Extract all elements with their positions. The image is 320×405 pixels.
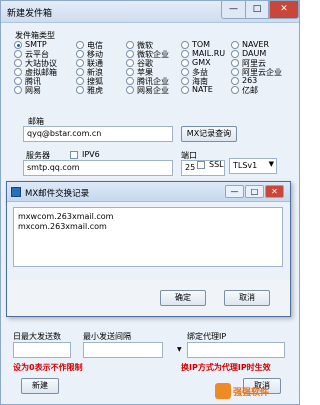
mailbox-type-1-4-label: DAUM — [242, 49, 267, 58]
ipv6-checkbox[interactable] — [70, 151, 78, 159]
mailbox-type-1-0-radio[interactable] — [14, 50, 22, 58]
mailbox-type-0-0-radio[interactable] — [14, 41, 22, 49]
dialog-title-bar: MX邮件交换记录 — □ ✕ — [7, 182, 290, 202]
mailbox-type-1-2-radio[interactable] — [126, 50, 134, 58]
mailbox-type-1-3-radio[interactable] — [181, 50, 189, 58]
mailbox-type-2-2-radio[interactable] — [126, 59, 134, 67]
mx-records-dialog: MX邮件交换记录 — □ ✕ mxwcom.263xmail.com mxcom… — [6, 181, 291, 317]
mailbox-type-3-3-radio[interactable] — [181, 68, 189, 76]
mailbox-type-5-3-radio[interactable] — [181, 86, 189, 94]
dialog-title: MX邮件交换记录 — [25, 189, 90, 199]
mailbox-type-2-0-radio[interactable] — [14, 59, 22, 67]
mailbox-type-0-3-label: TOM — [192, 40, 211, 49]
mailbox-type-2-4-radio[interactable] — [231, 59, 239, 67]
mailbox-type-4-4-radio[interactable] — [231, 77, 239, 85]
min-interval-label: 最小发送间隔 — [83, 332, 131, 341]
mailbox-type-1-4-radio[interactable] — [231, 50, 239, 58]
create-button[interactable]: 新建 — [21, 378, 59, 394]
dialog-maximize-button[interactable]: □ — [245, 185, 264, 198]
mailbox-type-0-1-radio[interactable] — [76, 41, 84, 49]
dialog-footer: 确定 取消 — [8, 280, 290, 316]
tls-version-value: TLSv1 — [233, 161, 258, 170]
mailbox-type-4-1-radio[interactable] — [76, 77, 84, 85]
mailbox-type-4-0-radio[interactable] — [14, 77, 22, 85]
app-icon — [11, 187, 21, 197]
chevron-down-icon: ▼ — [268, 160, 274, 168]
mailbox-type-3-0-radio[interactable] — [14, 68, 22, 76]
min-interval-field[interactable] — [83, 342, 163, 358]
ssl-checkbox[interactable] — [197, 161, 205, 169]
mailbox-type-0-2-radio[interactable] — [126, 41, 134, 49]
mailbox-type-3-1-radio[interactable] — [76, 68, 84, 76]
dropdown-arrow-icon: ▼ — [177, 346, 182, 353]
minimize-button[interactable]: — — [221, 1, 245, 19]
close-button[interactable]: ✕ — [269, 1, 299, 19]
email-field[interactable]: qyq@bstar.com.cn — [23, 126, 173, 142]
daily-limit-label: 日最大发送数 — [13, 332, 61, 341]
mailbox-type-5-4-label: 亿邮 — [242, 86, 258, 95]
mx-records-list[interactable]: mxwcom.263xmail.com mxcom.263xmail.com — [13, 207, 283, 267]
mailbox-type-0-0-label: SMTP — [25, 40, 47, 49]
mailbox-type-2-3-label: GMX — [192, 58, 211, 67]
mailbox-type-0-4-radio[interactable] — [231, 41, 239, 49]
dialog-minimize-button[interactable]: — — [225, 185, 244, 198]
mailbox-type-5-1-radio[interactable] — [76, 86, 84, 94]
mailbox-type-3-2-radio[interactable] — [126, 68, 134, 76]
mailbox-type-3-4-radio[interactable] — [231, 68, 239, 76]
mailbox-type-2-3-radio[interactable] — [181, 59, 189, 67]
dialog-cancel-button[interactable]: 取消 — [224, 290, 270, 306]
mailbox-type-1-1-radio[interactable] — [76, 50, 84, 58]
mx-lookup-button[interactable]: MX记录查询 — [181, 126, 237, 142]
mailbox-type-1-3-label: MAIL.RU — [192, 49, 226, 58]
mailbox-type-5-3-label: NATE — [192, 85, 213, 94]
maximize-button[interactable]: □ — [245, 1, 269, 19]
dialog-ok-button[interactable]: 确定 — [160, 290, 206, 306]
dialog-close-button[interactable]: ✕ — [265, 185, 284, 198]
watermark-text: 强强软件 — [233, 388, 270, 398]
mailbox-type-0-3-radio[interactable] — [181, 41, 189, 49]
server-field[interactable]: smtp.qq.com — [23, 160, 173, 176]
proxy-ip-field[interactable] — [187, 342, 285, 358]
mailbox-type-5-4-radio[interactable] — [231, 86, 239, 94]
tls-version-select[interactable]: TLSv1 ▼ — [229, 158, 277, 174]
proxy-ip-label: 绑定代理IP — [187, 332, 227, 341]
mailbox-type-4-4-label: 263 — [242, 76, 258, 85]
mailbox-type-5-1-label: 雅虎 — [87, 86, 103, 95]
mailbox-type-4-3-radio[interactable] — [181, 77, 189, 85]
mailbox-type-5-0-radio[interactable] — [14, 86, 22, 94]
limit-note: 设为0表示不作限制 — [13, 363, 83, 372]
daily-limit-field[interactable] — [13, 342, 71, 358]
ipv6-label: IPV6 — [82, 150, 100, 159]
watermark-logo-icon — [215, 383, 231, 399]
mailbox-type-4-2-radio[interactable] — [126, 77, 134, 85]
mailbox-type-5-2-radio[interactable] — [126, 86, 134, 94]
title-bar: 新建发件箱 — □ ✕ — [1, 1, 299, 23]
ssl-label: SSL — [209, 160, 224, 169]
mailbox-type-0-4-label: NAVER — [242, 40, 270, 49]
list-item[interactable]: mxcom.263xmail.com — [18, 222, 107, 231]
window-title: 新建发件箱 — [7, 9, 53, 19]
mailbox-type-5-2-label: 网易企业 — [137, 86, 169, 95]
list-item[interactable]: mxwcom.263xmail.com — [18, 212, 113, 221]
mailbox-type-5-0-label: 网易 — [25, 86, 41, 95]
mailbox-type-2-1-radio[interactable] — [76, 59, 84, 67]
proxy-note: 换IP方式为代理IP时生效 — [181, 363, 271, 372]
